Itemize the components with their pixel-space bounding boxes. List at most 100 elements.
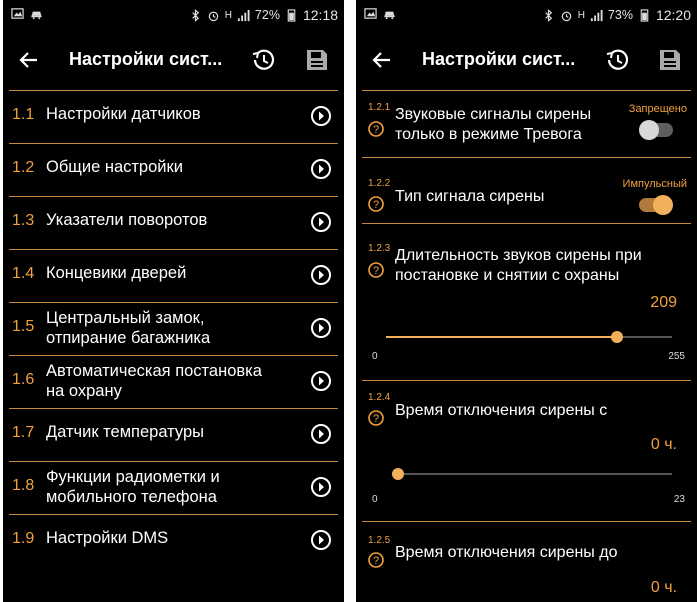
setting-number: 1.2.1 bbox=[368, 102, 391, 113]
history-icon[interactable] bbox=[603, 46, 631, 74]
item-label: Датчик температуры bbox=[46, 423, 204, 441]
slider-max-label: 23 bbox=[673, 494, 685, 505]
setting-number: 1.2.5 bbox=[368, 535, 391, 546]
setting-label: Длительность звуков сирены при постановк… bbox=[395, 247, 642, 284]
item-label: Концевики дверей bbox=[46, 264, 187, 282]
clock: 12:18 bbox=[302, 7, 338, 23]
item-number: 1.6 bbox=[12, 371, 35, 388]
setting-label: Время отключения сирены с bbox=[395, 402, 608, 419]
setting-siren-alarm-only: 1.2.1 ? Звуковые сигналы сирены только в… bbox=[362, 90, 691, 158]
setting-label: Время отключения сирены до bbox=[395, 544, 618, 561]
svg-text:?: ? bbox=[373, 555, 379, 567]
setting-number: 1.2.2 bbox=[368, 178, 391, 189]
svg-text:?: ? bbox=[373, 124, 379, 136]
phone-screen-left: H 72% 12:18 Настройки сист... 1.1 Настро… bbox=[3, 0, 344, 602]
car-icon bbox=[30, 7, 43, 20]
gallery-icon bbox=[364, 7, 377, 20]
save-icon[interactable] bbox=[656, 46, 684, 74]
item-label: Настройки DMS bbox=[46, 529, 169, 547]
slider-fill bbox=[386, 336, 617, 338]
item-label: Указатели поворотов bbox=[46, 211, 208, 229]
hour-from-slider[interactable] bbox=[392, 466, 672, 482]
signal-icon bbox=[237, 9, 250, 22]
toggle-knob bbox=[653, 195, 673, 215]
signal-icon bbox=[590, 9, 603, 22]
menu-item-central-lock[interactable]: 1.5 Центральный замок, отпирание багажни… bbox=[9, 302, 338, 355]
back-arrow-icon[interactable] bbox=[15, 46, 43, 74]
network-type: H bbox=[224, 9, 232, 21]
toggle-knob bbox=[639, 120, 659, 140]
item-number: 1.2 bbox=[12, 159, 35, 176]
battery-icon bbox=[285, 8, 298, 22]
svg-text:?: ? bbox=[373, 265, 379, 277]
clock: 12:20 bbox=[655, 7, 691, 23]
item-label: Центральный замок, отпирание багажника bbox=[46, 309, 211, 347]
network-type: H bbox=[577, 9, 585, 21]
setting-label: Звуковые сигналы сирены только в режиме … bbox=[395, 106, 592, 143]
chevron-right-circle-icon bbox=[310, 317, 332, 339]
menu-item-temperature-sensor[interactable]: 1.7 Датчик температуры bbox=[9, 408, 338, 461]
help-icon[interactable]: ? bbox=[368, 552, 384, 568]
toolbar: Настройки сист... bbox=[3, 30, 344, 90]
battery-percent: 72% bbox=[254, 8, 280, 22]
help-icon[interactable]: ? bbox=[368, 196, 384, 212]
setting-siren-signal-type: 1.2.2 ? Тип сигнала сирены Импульсный bbox=[362, 157, 691, 224]
slider-value: 0 ч. bbox=[650, 579, 677, 596]
history-icon[interactable] bbox=[249, 46, 277, 74]
status-bar: H 72% 12:18 bbox=[3, 0, 344, 30]
slider-min-label: 0 bbox=[372, 494, 378, 505]
item-label: Настройки датчиков bbox=[46, 105, 201, 123]
menu-item-turn-signals[interactable]: 1.3 Указатели поворотов bbox=[9, 196, 338, 249]
duration-slider[interactable] bbox=[386, 329, 672, 345]
slider-thumb[interactable] bbox=[392, 468, 404, 480]
svg-text:?: ? bbox=[373, 199, 379, 211]
chevron-right-circle-icon bbox=[310, 423, 332, 445]
slider-track bbox=[392, 473, 672, 475]
slider-value: 209 bbox=[650, 294, 677, 311]
bluetooth-icon bbox=[542, 8, 555, 22]
status-bar: H 73% 12:20 bbox=[356, 0, 697, 30]
slider-min-label: 0 bbox=[372, 351, 378, 362]
slider-max-label: 255 bbox=[668, 351, 685, 362]
setting-number: 1.2.4 bbox=[368, 392, 391, 403]
menu-item-sensor-settings[interactable]: 1.1 Настройки датчиков bbox=[9, 90, 338, 143]
chevron-right-circle-icon bbox=[310, 476, 332, 498]
item-label: Общие настройки bbox=[46, 158, 183, 176]
setting-siren-off-from: 1.2.4 ? Время отключения сирены с 0 ч. 0… bbox=[362, 380, 691, 522]
setting-number: 1.2.3 bbox=[368, 243, 391, 254]
alarm-icon bbox=[207, 9, 220, 22]
item-number: 1.4 bbox=[12, 265, 35, 282]
gallery-icon bbox=[11, 7, 24, 20]
item-number: 1.8 bbox=[12, 477, 35, 494]
page-title: Настройки сист... bbox=[422, 49, 576, 69]
menu-item-door-switches[interactable]: 1.4 Концевики дверей bbox=[9, 249, 338, 302]
battery-icon bbox=[638, 8, 651, 22]
menu-item-dms-settings[interactable]: 1.9 Настройки DMS bbox=[9, 514, 338, 567]
chevron-right-circle-icon bbox=[310, 105, 332, 127]
toolbar: Настройки сист... bbox=[356, 30, 697, 90]
item-number: 1.5 bbox=[12, 318, 35, 335]
menu-item-radio-tag-functions[interactable]: 1.8 Функции радиометки и мобильного теле… bbox=[9, 461, 338, 514]
toggle-state-label: Импульсный bbox=[622, 178, 687, 190]
chevron-right-circle-icon bbox=[310, 211, 332, 233]
alarm-icon bbox=[560, 9, 573, 22]
back-arrow-icon[interactable] bbox=[368, 46, 396, 74]
help-icon[interactable]: ? bbox=[368, 410, 384, 426]
help-icon[interactable]: ? bbox=[368, 121, 384, 137]
item-label: Функции радиометки и мобильного телефона bbox=[46, 468, 220, 506]
menu-item-general-settings[interactable]: 1.2 Общие настройки bbox=[9, 143, 338, 196]
siren-signal-type-toggle[interactable] bbox=[639, 195, 673, 215]
battery-percent: 73% bbox=[607, 8, 633, 22]
save-icon[interactable] bbox=[303, 46, 331, 74]
setting-siren-sound-duration: 1.2.3 ? Длительность звуков сирены при п… bbox=[362, 223, 691, 381]
phone-screen-right: H 73% 12:20 Настройки сист... 1.2.1 ? Зв… bbox=[356, 0, 697, 602]
help-icon[interactable]: ? bbox=[368, 262, 384, 278]
siren-alarm-only-toggle[interactable] bbox=[639, 120, 673, 140]
car-icon bbox=[383, 7, 396, 20]
menu-item-auto-arming[interactable]: 1.6 Автоматическая постановка на охрану bbox=[9, 355, 338, 408]
item-number: 1.7 bbox=[12, 424, 35, 441]
svg-text:?: ? bbox=[373, 413, 379, 425]
setting-label: Тип сигнала сирены bbox=[395, 188, 545, 205]
slider-thumb[interactable] bbox=[611, 331, 623, 343]
bluetooth-icon bbox=[189, 8, 202, 22]
